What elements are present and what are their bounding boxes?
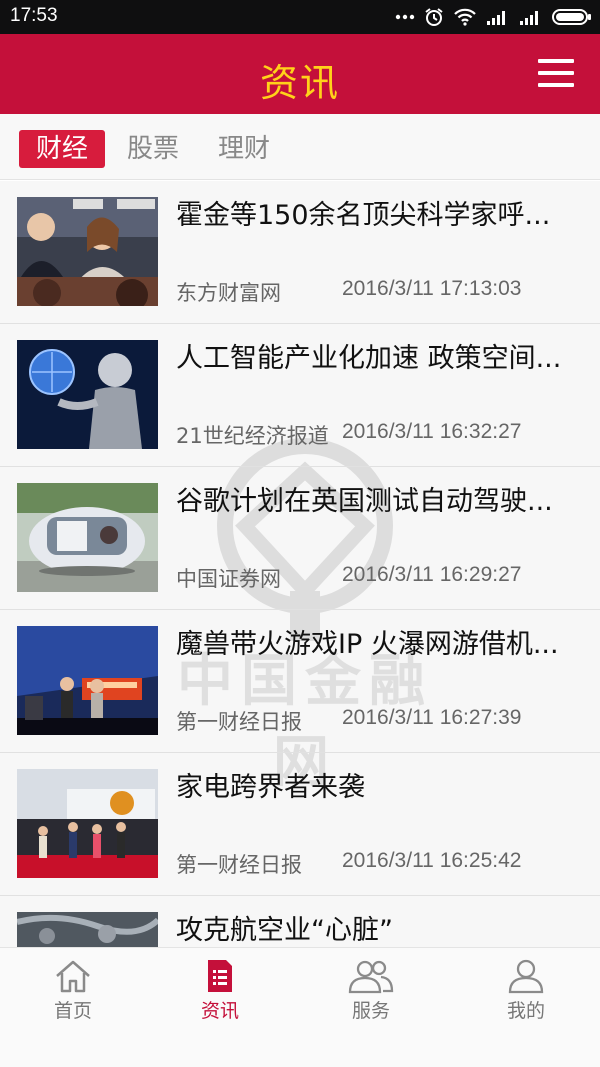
category-tabs: 财经 股票 理财 [0, 114, 600, 180]
news-thumbnail [17, 197, 158, 306]
nav-news-label: 资讯 [200, 1000, 239, 1022]
nav-profile-label: 我的 [506, 1000, 545, 1022]
home-icon [56, 960, 90, 993]
menu-button[interactable] [538, 57, 574, 89]
document-list-icon [208, 960, 232, 992]
news-item[interactable]: 谷歌计划在英国测试自动驾驶... 中国证券网 2016/3/11 16:29:2… [0, 467, 600, 610]
news-item[interactable]: 人工智能产业化加速 政策空间... 21世纪经济报道 2016/3/11 16:… [0, 324, 600, 467]
news-item[interactable]: 霍金等150余名顶尖科学家呼... 东方财富网 2016/3/11 17:13:… [0, 181, 600, 324]
news-source: 21世纪经济报道 [176, 424, 329, 448]
news-title: 魔兽带火游戏IP 火瀑网游借机... [176, 629, 559, 660]
tab-finance[interactable]: 财经 [19, 130, 105, 168]
news-item[interactable]: 攻克航空业“心脏” [0, 896, 600, 947]
tab-stocks[interactable]: 股票 [110, 130, 196, 168]
nav-services[interactable]: 服务 [321, 958, 421, 1058]
news-time: 2016/3/11 16:32:27 [342, 420, 522, 443]
news-item[interactable]: 魔兽带火游戏IP 火瀑网游借机... 第一财经日报 2016/3/11 16:2… [0, 610, 600, 753]
news-time: 2016/3/11 16:27:39 [342, 706, 522, 729]
battery-icon [552, 9, 591, 25]
news-thumbnail [17, 340, 158, 449]
news-list[interactable]: 中国金融网 霍金等150余名顶尖科学家呼... 东方财富网 2016/3/11 … [0, 181, 600, 947]
news-title: 人工智能产业化加速 政策空间... [176, 343, 562, 374]
news-source: 第一财经日报 [176, 710, 302, 734]
wifi-icon [454, 8, 476, 26]
users-icon [348, 960, 394, 994]
news-thumbnail [17, 912, 158, 947]
news-source: 中国证券网 [176, 567, 281, 591]
tab-wealth[interactable]: 理财 [201, 130, 287, 168]
nav-news[interactable]: 资讯 [170, 958, 270, 1058]
status-icons [395, 6, 592, 28]
news-time: 2016/3/11 17:13:03 [342, 277, 522, 300]
signal-icon [487, 11, 505, 25]
status-bar: 17:53 [0, 0, 600, 34]
news-item[interactable]: 家电跨界者来袭 第一财经日报 2016/3/11 16:25:42 [0, 753, 600, 896]
signal-icon-2 [520, 11, 538, 25]
news-title: 谷歌计划在英国测试自动驾驶... [176, 486, 553, 517]
menu-icon-line [538, 71, 574, 75]
news-source: 东方财富网 [176, 281, 281, 305]
status-time: 17:53 [10, 5, 58, 26]
bottom-navigation: 首页 资讯 服务 我的 [0, 947, 600, 1067]
news-time: 2016/3/11 16:25:42 [342, 849, 522, 872]
page-title: 资讯 [259, 61, 340, 105]
news-title: 攻克航空业“心脏” [176, 915, 393, 946]
news-time: 2016/3/11 16:29:27 [342, 563, 522, 586]
news-thumbnail [17, 483, 158, 592]
user-icon [508, 959, 544, 994]
news-title: 霍金等150余名顶尖科学家呼... [176, 200, 551, 231]
news-thumbnail [17, 626, 158, 735]
nav-services-label: 服务 [351, 1000, 390, 1022]
menu-icon-line [538, 59, 574, 63]
alarm-icon [425, 8, 443, 26]
news-title: 家电跨界者来袭 [176, 772, 365, 803]
nav-home-label: 首页 [53, 1000, 92, 1022]
more-dots-icon [395, 14, 415, 20]
news-thumbnail [17, 769, 158, 878]
nav-home[interactable]: 首页 [23, 958, 123, 1058]
news-source: 第一财经日报 [176, 853, 302, 877]
nav-profile[interactable]: 我的 [476, 958, 576, 1058]
app-bar: 资讯 [0, 34, 600, 114]
menu-icon-line [538, 83, 574, 87]
